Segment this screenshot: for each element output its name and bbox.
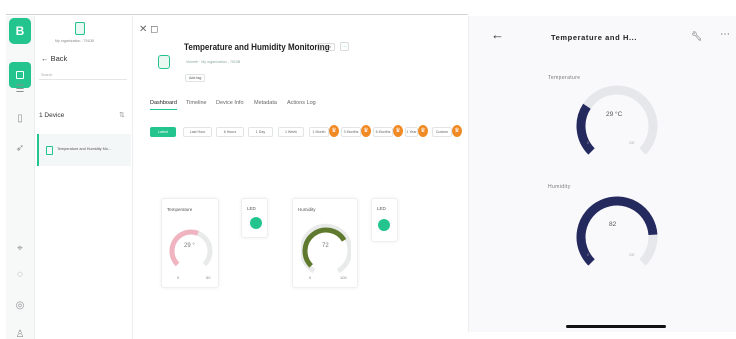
status-badge: Offline <box>317 43 336 51</box>
premium-icon: ♛ <box>393 125 403 137</box>
wrench-icon[interactable]: 🔧︎ <box>691 31 702 42</box>
owner-line: Vineeth · My organization - 7910B <box>186 60 241 64</box>
gauge-min: 0 <box>177 275 180 280</box>
location-icon[interactable]: ⌖ <box>13 242 27 256</box>
device-count: 1 Device <box>39 112 65 119</box>
gauge-value: 29 ° <box>184 243 195 249</box>
range-3-months[interactable]: 3 Months <box>341 127 361 137</box>
device-template-icon <box>158 55 170 69</box>
gauge-max: 100 <box>629 141 635 145</box>
device-list-panel: My organization - 7910B ← Back Search 1 … <box>35 16 133 339</box>
gauge-track <box>576 85 658 155</box>
range-latest[interactable]: Latest <box>150 127 176 137</box>
device-icon <box>46 146 53 155</box>
bulb-icon[interactable]: ◌ <box>13 268 27 282</box>
nav-rail: B ☰ ▯ ➶ ⌖ ◌ ◎ ♙ <box>6 16 35 339</box>
range-1-day[interactable]: 1 Day <box>248 127 273 137</box>
led-widget[interactable]: LED <box>371 198 398 242</box>
widget-label: LED <box>247 206 256 211</box>
tab-actions-log[interactable]: Actions Log <box>287 100 316 106</box>
back-button[interactable]: ← Back <box>41 54 67 63</box>
rocket-icon[interactable]: ➶ <box>13 142 27 156</box>
gauge-fill <box>576 196 658 266</box>
range-6-months[interactable]: 6 Months <box>373 127 393 137</box>
widget-label: Temperature <box>167 207 193 212</box>
tab-dashboard[interactable]: Dashboard <box>150 100 177 110</box>
user-icon[interactable]: ♙ <box>13 328 27 339</box>
led-widget[interactable]: LED <box>241 198 268 238</box>
gauge-max: 100 <box>629 253 635 257</box>
device-template-icon <box>75 22 85 35</box>
app-logo[interactable]: B <box>9 18 31 44</box>
back-arrow-icon[interactable]: ← <box>491 27 504 42</box>
more-icon[interactable]: ⋯ <box>720 29 730 40</box>
range-1-month[interactable]: 1 Month <box>309 127 329 137</box>
gauge-max: 100 <box>340 275 347 280</box>
premium-icon: ♛ <box>329 125 339 137</box>
list-icon[interactable]: ☰ <box>13 83 27 97</box>
premium-icon: ♛ <box>418 125 428 137</box>
search-input[interactable]: Search <box>39 70 127 80</box>
close-icon[interactable]: ✕ ◻ <box>139 24 158 35</box>
add-tag-button[interactable]: Add tag <box>185 74 206 82</box>
mobile-title: Temperature and H... <box>551 33 638 42</box>
gauge-value: 82 <box>609 221 617 228</box>
tab-device-info[interactable]: Device Info <box>216 100 244 106</box>
widget-label: Humidity <box>298 207 316 212</box>
gauge-min: 0 <box>587 141 589 145</box>
humidity-gauge-widget[interactable]: Humidity 72 0 100 <box>292 198 358 288</box>
premium-icon: ♛ <box>452 125 462 137</box>
range-1-year[interactable]: 1 Year <box>405 127 418 137</box>
range-6-hours[interactable]: 6 Hours <box>216 127 244 137</box>
more-button[interactable]: ⋯ <box>340 42 349 51</box>
tab-metadata[interactable]: Metadata <box>254 100 277 106</box>
help-icon[interactable]: ◎ <box>13 299 27 313</box>
gauge-max: 50 <box>206 275 211 280</box>
led-indicator <box>250 217 262 229</box>
device-list-item[interactable]: Temperature and Humidity Mo... <box>37 134 131 166</box>
org-label: My organization - 7910B <box>55 39 94 43</box>
tab-timeline[interactable]: Timeline <box>186 100 207 106</box>
gauge-min: 0 <box>587 253 589 257</box>
widget-label: LED <box>377 206 386 211</box>
range-custom[interactable]: Custom <box>432 127 452 137</box>
range-1-week[interactable]: 1 Week <box>278 127 304 137</box>
top-divider <box>6 14 468 15</box>
gauge-value: 29 °C <box>606 111 623 118</box>
device-name: Temperature and Humidity Mo... <box>57 147 112 151</box>
home-icon <box>16 71 24 79</box>
temperature-gauge-widget[interactable]: Temperature 29 ° 0 50 <box>161 198 219 288</box>
home-indicator <box>566 325 666 328</box>
led-indicator <box>378 219 390 231</box>
gauge-label: Humidity <box>548 184 571 190</box>
mobile-humidity-gauge <box>576 196 658 266</box>
devices-icon[interactable]: ▯ <box>13 112 27 126</box>
mobile-temperature-gauge <box>576 85 658 155</box>
gauge-value: 72 <box>322 243 329 249</box>
gauge-min: 0 <box>309 275 312 280</box>
range-last-hour[interactable]: Last Hour <box>183 127 212 137</box>
page-title: Temperature and Humidity Monitoring <box>184 42 330 53</box>
mobile-app-view: ← Temperature and H... 🔧︎ ⋯ Temperature … <box>468 16 736 332</box>
premium-icon: ♛ <box>361 125 371 137</box>
sort-icon[interactable]: ⇅ <box>119 111 125 119</box>
